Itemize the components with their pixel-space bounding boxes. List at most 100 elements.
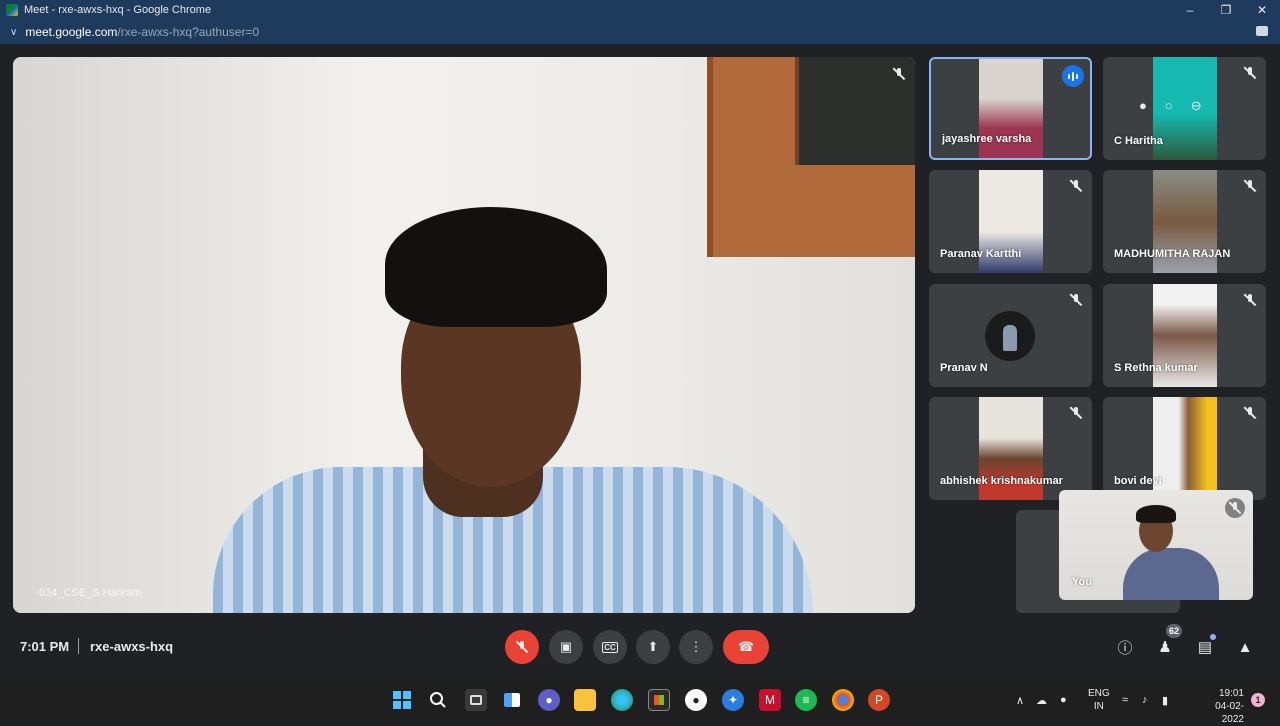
search-icon[interactable] [427, 689, 449, 711]
region-code: IN [1093, 701, 1104, 712]
chevron-down-icon[interactable]: ∨ [10, 27, 17, 38]
self-name: You [1072, 576, 1092, 588]
mute-participant-icon[interactable]: ○ [1165, 98, 1173, 114]
present-screen-button[interactable]: ⬆ [636, 630, 670, 664]
window-title: Meet - rxe-awxs-hxq - Google Chrome [24, 4, 212, 16]
browser-title-bar: Meet - rxe-awxs-hxq - Google Chrome – ❐ … [0, 0, 1280, 20]
captions-icon: CC [602, 641, 618, 653]
clock-date: 04-02-2022 [1215, 701, 1244, 725]
mic-off-icon [1225, 498, 1245, 518]
people-button[interactable]: ♟ [1154, 636, 1176, 658]
edge-browser-icon[interactable] [611, 689, 633, 711]
participant-tile[interactable]: ● ○ ⊖ C Haritha [1103, 57, 1266, 160]
github-icon[interactable]: ● [685, 689, 707, 711]
minimize-icon[interactable]: – [1172, 0, 1208, 20]
microphone-toggle-button[interactable] [505, 630, 539, 664]
meeting-controls-bar: 7:01 PM rxe-awxs-hxq ▣ CC ⬆ ⋮ ☎ ⓘ ♟ 62 ▤… [0, 620, 1280, 676]
task-view-icon[interactable] [465, 689, 487, 711]
chat-icon: ▤ [1197, 639, 1213, 656]
captions-button[interactable]: CC [593, 630, 627, 664]
address-bar[interactable]: ∨ meet.google.com/rxe-awxs-hxq?authuser=… [0, 20, 1280, 44]
participant-name: abhishek krishnakumar [940, 475, 1063, 487]
activities-button[interactable]: ▲ [1234, 636, 1256, 658]
participant-avatar [985, 311, 1035, 361]
participant-name: bovi devi [1114, 475, 1162, 487]
mic-off-icon [1070, 293, 1082, 311]
participant-video [1152, 397, 1217, 500]
participant-count-badge: 62 [1166, 624, 1182, 638]
hang-up-icon: ☎ [737, 639, 755, 654]
participant-tile[interactable]: Paranav Kartthi [929, 170, 1092, 273]
notification-badge[interactable]: 1 [1251, 693, 1265, 707]
pin-icon[interactable]: ● [1139, 98, 1147, 114]
mic-off-icon [1070, 406, 1082, 424]
tile-hover-controls: ● ○ ⊖ [1139, 98, 1202, 114]
mcafee-icon[interactable]: M [759, 689, 781, 711]
mic-off-icon [1244, 293, 1256, 311]
language-indicator[interactable]: ENG IN [1088, 687, 1110, 713]
onedrive-icon[interactable]: ☁ [1036, 680, 1047, 720]
powerpoint-icon[interactable]: P [868, 689, 890, 711]
participant-name: MADHUMITHA RAJAN [1114, 248, 1231, 260]
speaker-name: 034_CSE_S.Hariram [39, 587, 142, 599]
file-explorer-icon[interactable] [574, 689, 596, 711]
windows-taskbar: ● ● ✦ M ≡ P ∧ ☁ ● ENG IN ≈ ♪ ▮ 19:01 04-… [0, 680, 1280, 725]
mic-off-icon [1244, 179, 1256, 197]
speaker-video-hair [385, 207, 607, 327]
participant-tile[interactable]: MADHUMITHA RAJAN [1103, 170, 1266, 273]
mic-off-icon [1244, 66, 1256, 84]
wifi-icon[interactable]: ≈ [1122, 680, 1128, 720]
meet-favicon-icon [6, 4, 18, 16]
restore-icon[interactable]: ❐ [1208, 0, 1244, 20]
participant-tile[interactable]: jayashree varsha [929, 57, 1092, 160]
divider [78, 638, 79, 654]
self-video-hair [1136, 505, 1176, 523]
battery-icon[interactable]: ▮ [1162, 680, 1168, 720]
remove-participant-icon[interactable]: ⊖ [1191, 98, 1202, 114]
self-view-tile[interactable]: You [1059, 490, 1253, 600]
meeting-details-button[interactable]: ⓘ [1114, 636, 1136, 658]
microphone-icon[interactable]: ● [1060, 680, 1067, 720]
mic-off-icon [1070, 179, 1082, 197]
participant-name: C Haritha [1114, 135, 1163, 147]
url-path: /rxe-awxs-hxq?authuser=0 [117, 25, 260, 39]
mic-off-icon [1244, 406, 1256, 424]
activities-icon: ▲ [1237, 638, 1253, 656]
leave-call-button[interactable]: ☎ [723, 630, 769, 664]
microsoft-store-icon[interactable] [648, 689, 670, 711]
main-speaker-tile[interactable]: 034_CSE_S.Hariram [13, 57, 915, 613]
meeting-code: rxe-awxs-hxq [90, 639, 174, 654]
speaking-indicator-icon [1062, 65, 1084, 87]
more-options-button[interactable]: ⋮ [679, 630, 713, 664]
info-icon: ⓘ [1117, 639, 1133, 657]
participant-tile[interactable]: Pranav N [929, 284, 1092, 387]
mic-off-icon [893, 67, 905, 85]
system-clock[interactable]: 19:01 04-02-2022 [1200, 687, 1244, 726]
windows-start-icon[interactable] [391, 689, 413, 711]
camera-toggle-button[interactable]: ▣ [549, 630, 583, 664]
chevron-up-icon[interactable]: ∧ [1016, 694, 1024, 707]
meeting-time: 7:01 PM [20, 639, 70, 654]
widgets-icon[interactable] [501, 689, 523, 711]
language-code: ENG [1088, 688, 1110, 699]
participant-tile[interactable]: abhishek krishnakumar [929, 397, 1092, 500]
volume-icon[interactable]: ♪ [1142, 680, 1148, 720]
app-icon[interactable]: ✦ [722, 689, 744, 711]
teams-chat-icon[interactable]: ● [538, 689, 560, 711]
close-icon[interactable]: ✕ [1244, 0, 1280, 20]
self-video-body [1123, 548, 1219, 600]
present-icon: ⬆ [647, 639, 659, 654]
mic-off-icon [516, 641, 528, 653]
camera-in-use-icon[interactable] [1256, 26, 1268, 36]
clock-time: 19:01 [1218, 688, 1244, 699]
people-icon: ♟ [1158, 639, 1172, 656]
spotify-icon[interactable]: ≡ [795, 689, 817, 711]
show-hidden-icons[interactable]: ∧ [1016, 680, 1024, 720]
window-controls: – ❐ ✕ [1172, 0, 1280, 20]
chat-unread-dot [1210, 634, 1216, 640]
participant-name: Paranav Kartthi [940, 248, 1022, 260]
participant-tile[interactable]: S Rethna kumar [1103, 284, 1266, 387]
participant-tile[interactable]: bovi devi [1103, 397, 1266, 500]
chrome-icon[interactable] [832, 689, 854, 711]
camera-icon: ▣ [559, 639, 573, 654]
